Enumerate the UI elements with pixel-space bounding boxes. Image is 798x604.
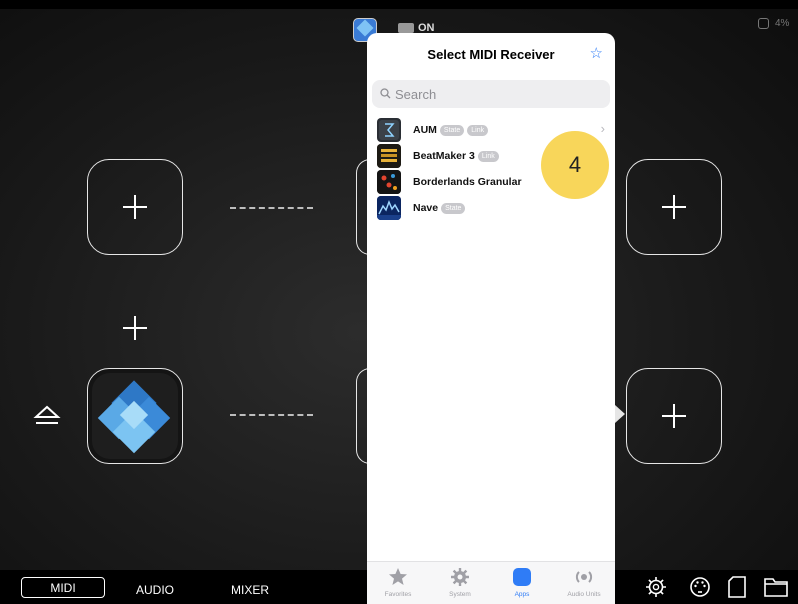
tab-label: Favorites — [384, 591, 412, 598]
beatmaker-icon — [377, 144, 401, 168]
tab-audio-units[interactable]: Audio Units — [553, 562, 615, 604]
nave-icon — [377, 196, 401, 220]
plus-icon — [662, 195, 686, 219]
add-midi-receiver-slot-2[interactable] — [626, 368, 722, 464]
plus-icon — [662, 404, 686, 428]
app-list-item-borderlands[interactable]: Borderlands Granular — [377, 169, 522, 195]
favorites-star-icon[interactable]: ☆ — [590, 44, 603, 62]
settings-gear-icon[interactable] — [644, 575, 668, 604]
tab-favorites[interactable]: Favorites — [367, 562, 429, 604]
tab-midi[interactable]: MIDI — [21, 577, 105, 598]
app-list-item-beatmaker[interactable]: BeatMaker 3 Link — [377, 143, 499, 169]
link-badge: Link — [477, 150, 499, 162]
search-icon — [380, 87, 391, 102]
aum-icon — [377, 118, 401, 142]
popover-title: Select MIDI Receiver — [427, 46, 555, 62]
connection-line-1 — [230, 207, 313, 209]
tab-label: System — [449, 591, 471, 598]
apps-icon — [512, 566, 532, 588]
star-icon — [388, 566, 408, 588]
popover-header: Select MIDI Receiver ☆ — [367, 33, 615, 75]
pointer-arrow — [615, 405, 625, 423]
link-badge: Link — [467, 124, 489, 136]
state-badge: State — [441, 202, 466, 214]
top-black-bar — [0, 0, 798, 9]
battery-label: 4% — [775, 18, 790, 30]
app-name: Nave — [413, 202, 439, 214]
tab-audio[interactable]: AUDIO — [136, 583, 174, 597]
add-row-button[interactable] — [120, 313, 150, 348]
audio-units-icon — [573, 566, 595, 588]
add-midi-sender-slot-1[interactable] — [87, 159, 183, 255]
state-badge: State — [439, 124, 465, 136]
app-name: BeatMaker 3 — [413, 150, 475, 162]
app-name: Borderlands Granular — [413, 176, 522, 188]
borderlands-icon — [377, 170, 401, 194]
app-logo-icon — [92, 373, 178, 459]
cpu-indicator: 4% — [758, 18, 789, 29]
tab-system[interactable]: System — [429, 562, 491, 604]
document-icon[interactable] — [726, 575, 748, 604]
search-input[interactable]: Search — [372, 80, 610, 108]
chevron-right-icon: › — [600, 121, 605, 136]
tab-mixer[interactable]: MIXER — [231, 583, 269, 597]
tab-apps[interactable]: Apps — [491, 562, 553, 604]
add-midi-receiver-slot-1[interactable] — [626, 159, 722, 255]
cpu-icon — [758, 18, 769, 29]
plus-icon — [123, 316, 147, 340]
select-midi-receiver-popover: Select MIDI Receiver ☆ Search AUM State … — [367, 33, 615, 604]
folder-icon[interactable] — [763, 575, 789, 604]
plus-icon — [123, 195, 147, 219]
step-annotation: 4 — [541, 131, 609, 199]
search-placeholder: Search — [395, 86, 437, 102]
midi-sender-app-slot[interactable] — [87, 368, 183, 464]
app-name: AUM — [413, 124, 437, 136]
popover-tab-bar: Favorites System Apps Audio Units — [367, 561, 615, 604]
tab-midi-label: MIDI — [50, 580, 76, 595]
eject-icon[interactable] — [33, 405, 61, 432]
app-list-item-aum[interactable]: AUM State Link — [377, 117, 489, 143]
tab-label: Apps — [514, 591, 530, 598]
connection-line-2 — [230, 414, 313, 416]
gear-icon — [450, 566, 470, 588]
app-list-item-nave[interactable]: Nave State — [377, 195, 466, 221]
link-icon — [398, 23, 414, 34]
midi-port-icon[interactable] — [688, 575, 712, 604]
tab-label: Audio Units — [567, 591, 601, 598]
